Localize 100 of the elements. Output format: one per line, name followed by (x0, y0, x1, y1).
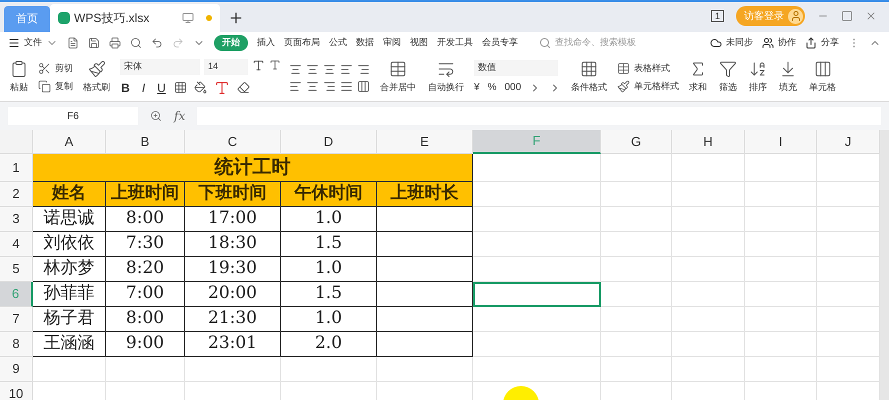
ribbon-tab[interactable]: 页面布局 (284, 36, 320, 50)
ribbon-tab[interactable]: 审阅 (383, 36, 401, 50)
justify-icon[interactable] (340, 80, 353, 92)
distribute-icon[interactable] (357, 80, 370, 92)
format-painter-button[interactable]: 格式刷 (81, 60, 112, 95)
table-cell[interactable]: 8:00 (106, 207, 185, 232)
undo-icon[interactable] (151, 37, 163, 49)
print-icon[interactable] (109, 37, 121, 49)
table-cell[interactable]: 8:20 (106, 257, 185, 282)
font-shrink-icon[interactable] (269, 58, 281, 70)
table-cell[interactable]: 19:30 (185, 257, 281, 282)
save-icon[interactable] (88, 37, 100, 49)
ribbon-tool-button[interactable]: 填充 (777, 60, 800, 95)
row-header[interactable]: 9 (0, 357, 33, 382)
table-cell[interactable]: 午休时间 (281, 182, 377, 207)
ribbon-tool-button[interactable]: 筛选 (717, 60, 740, 95)
table-cell[interactable]: 刘依依 (33, 232, 106, 257)
table-cell[interactable] (377, 257, 473, 282)
cut-button[interactable]: 剪切 (38, 62, 73, 76)
zoom-icon[interactable] (150, 110, 162, 122)
table-cell[interactable] (377, 282, 473, 307)
cell-style-button[interactable]: 单元格样式 (617, 80, 680, 93)
column-header[interactable]: D (281, 130, 377, 154)
table-cell[interactable]: 诺思诚 (33, 207, 106, 232)
indent-icon[interactable] (340, 62, 353, 76)
column-header[interactable]: J (817, 130, 880, 154)
ribbon-tab[interactable]: 插入 (257, 36, 275, 50)
font-dropdown[interactable]: 宋体 (120, 58, 200, 74)
table-cell[interactable]: 杨子君 (33, 307, 106, 332)
row-header[interactable]: 5 (0, 257, 33, 282)
outdent-icon[interactable] (357, 62, 370, 76)
table-cell[interactable]: 下班时间 (185, 182, 281, 207)
align-center-icon[interactable] (306, 80, 319, 92)
table-cell[interactable]: 23:01 (185, 332, 281, 357)
conditional-format-button[interactable]: 条件格式 (569, 60, 610, 95)
font-color-icon[interactable] (214, 80, 230, 96)
border-icon[interactable] (174, 81, 187, 94)
toolbar-action[interactable]: 协作 (762, 36, 796, 50)
fill-color-icon[interactable] (194, 81, 207, 94)
ribbon-tab[interactable]: 数据 (356, 36, 374, 50)
ribbon-tool-button[interactable]: 排序 (747, 60, 770, 95)
preview-icon[interactable] (130, 37, 142, 49)
copy-button[interactable]: 复制 (38, 80, 73, 93)
table-cell[interactable]: 1.5 (281, 232, 377, 257)
number-format-button[interactable]: % (488, 80, 496, 95)
table-cell[interactable]: 上班时间 (106, 182, 185, 207)
table-cell[interactable]: 7:00 (106, 282, 185, 307)
number-format-button[interactable]: 000 (504, 80, 522, 95)
align-top-icon[interactable] (289, 62, 302, 76)
window-count-icon[interactable]: 1 (710, 10, 724, 22)
ribbon-tool-button[interactable]: 单元格 (807, 60, 838, 95)
column-header[interactable]: H (672, 130, 745, 154)
function-label[interactable]: fx (174, 107, 186, 125)
row-header[interactable]: 7 (0, 307, 33, 332)
table-cell[interactable]: 1.5 (281, 282, 377, 307)
table-cell[interactable]: 20:00 (185, 282, 281, 307)
file-menu[interactable]: 文件 (8, 36, 58, 50)
redo-icon[interactable] (172, 37, 184, 49)
column-header[interactable]: A (33, 130, 106, 154)
file-tab[interactable]: WPS技巧.xlsx (50, 4, 220, 32)
new-tab-icon[interactable] (228, 10, 244, 26)
selected-cell[interactable] (473, 282, 601, 307)
table-cell[interactable]: 林亦梦 (33, 257, 106, 282)
font-size-dropdown[interactable]: 14 (204, 58, 248, 74)
row-header[interactable]: 1 (0, 154, 33, 182)
align-left-icon[interactable] (289, 80, 302, 92)
scrollbar[interactable] (880, 130, 889, 400)
table-cell[interactable]: 21:30 (185, 307, 281, 332)
row-header[interactable]: 3 (0, 207, 33, 232)
toolbar-action[interactable]: 未同步 (710, 36, 753, 50)
table-cell[interactable] (377, 232, 473, 257)
column-header[interactable]: G (601, 130, 672, 154)
toolbar-action[interactable]: 分享 (805, 36, 839, 50)
font-style-button[interactable]: B (120, 78, 131, 96)
row-header[interactable]: 8 (0, 332, 33, 357)
new-file-icon[interactable] (67, 37, 79, 49)
column-header[interactable]: C (185, 130, 281, 154)
table-cell[interactable]: 上班时长 (377, 182, 473, 207)
ribbon-tab[interactable]: 视图 (410, 36, 428, 50)
table-cell[interactable]: 1.0 (281, 307, 377, 332)
table-cell[interactable]: 9:00 (106, 332, 185, 357)
wrap-button[interactable]: 自动换行 (426, 60, 466, 95)
close-icon[interactable] (865, 10, 877, 22)
align-bottom-icon[interactable] (323, 62, 336, 76)
title-cell[interactable]: 统计工时 (33, 154, 473, 182)
row-header[interactable]: 2 (0, 182, 33, 207)
column-header[interactable]: I (745, 130, 817, 154)
table-cell[interactable] (377, 307, 473, 332)
align-middle-icon[interactable] (306, 62, 319, 76)
font-style-button[interactable]: U (156, 78, 167, 96)
number-format-button[interactable]: ¥ (474, 80, 480, 95)
column-header[interactable]: B (106, 130, 185, 154)
table-cell[interactable]: 17:00 (185, 207, 281, 232)
table-cell[interactable] (377, 332, 473, 357)
table-cell[interactable]: 18:30 (185, 232, 281, 257)
number-format-dropdown[interactable]: 数值 (474, 60, 558, 76)
corner-cell[interactable] (0, 130, 33, 154)
table-cell[interactable]: 孙菲菲 (33, 282, 106, 307)
table-cell[interactable]: 7:30 (106, 232, 185, 257)
table-cell[interactable] (377, 207, 473, 232)
